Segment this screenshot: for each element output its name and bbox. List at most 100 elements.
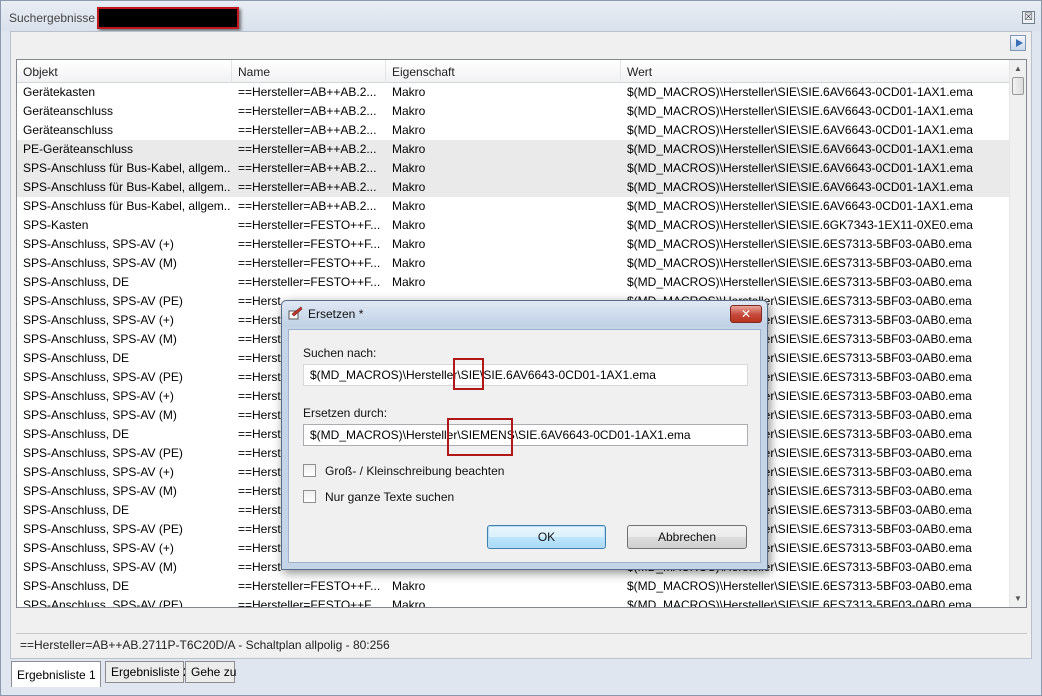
table-row[interactable]: SPS-Anschluss für Bus-Kabel, allgem... ==… [17, 197, 1010, 216]
cell-name: ==Hersteller=FESTO++F... [238, 237, 381, 251]
whole-text-label[interactable]: Nur ganze Texte suchen [325, 490, 454, 504]
replace-label: Ersetzen durch: [303, 406, 388, 420]
replace-field[interactable]: $(MD_MACROS)\Hersteller\SIEMENS\SIE.6AV6… [303, 424, 748, 446]
cell-name: ==Hersteller=AB++AB.2... [238, 142, 377, 156]
replace-dialog: Ersetzen * ✕ Suchen nach: $(MD_MACROS)\H… [281, 300, 768, 570]
search-label: Suchen nach: [303, 346, 377, 360]
cell-wert: $(MD_MACROS)\Hersteller\SIE\SIE.6AV6643-… [627, 161, 973, 175]
cell-objekt: SPS-Anschluss, SPS-AV (PE) [23, 522, 183, 536]
cell-objekt: SPS-Anschluss, SPS-AV (+) [23, 465, 174, 479]
cell-objekt: Gerätekasten [23, 85, 96, 99]
redacted-area [97, 7, 239, 29]
table-row[interactable]: SPS-Anschluss für Bus-Kabel, allgem... ==… [17, 178, 1010, 197]
cell-objekt: SPS-Anschluss, DE [23, 579, 130, 593]
cell-objekt: PE-Geräteanschluss [23, 142, 134, 156]
cell-name: ==Hersteller=AB++AB.2... [238, 85, 377, 99]
tab-gehe-zu[interactable]: Gehe zu [185, 661, 236, 683]
cell-wert: $(MD_MACROS)\Hersteller\SIE\SIE.6ES7313-… [627, 237, 972, 251]
replace-icon [288, 306, 303, 320]
window-titlebar[interactable]: Suchergebnisse - ☒ [1, 1, 1041, 31]
play-icon[interactable] [1010, 35, 1026, 51]
cell-eigenschaft: Makro [392, 123, 426, 137]
tab-ergebnisliste-1[interactable]: Ergebnisliste 1 [11, 661, 101, 687]
vertical-scrollbar[interactable]: ▲ ▼ [1009, 60, 1026, 607]
cell-objekt: SPS-Anschluss, SPS-AV (PE) [23, 370, 183, 384]
table-row[interactable]: SPS-Anschluss, SPS-AV (M) ==Hersteller=FE… [17, 254, 1010, 273]
cell-objekt: SPS-Anschluss, SPS-AV (+) [23, 389, 174, 403]
cell-eigenschaft: Makro [392, 104, 426, 118]
cell-wert: $(MD_MACROS)\Hersteller\SIE\SIE.6ES7313-… [627, 275, 972, 289]
cell-eigenschaft: Makro [392, 199, 426, 213]
cell-objekt: SPS-Anschluss, SPS-AV (+) [23, 541, 174, 555]
table-row[interactable]: Gerätekasten ==Hersteller=AB++AB.2... Makr… [17, 83, 1010, 102]
cell-wert: $(MD_MACROS)\Hersteller\SIE\SIE.6AV6643-… [627, 199, 973, 213]
match-case-checkbox[interactable] [303, 464, 316, 477]
cell-objekt: SPS-Anschluss, SPS-AV (PE) [23, 446, 183, 460]
cell-wert: $(MD_MACROS)\Hersteller\SIE\SIE.6AV6643-… [627, 104, 973, 118]
window-close-icon[interactable]: ☒ [1022, 11, 1035, 24]
table-row[interactable]: SPS-Anschluss, DE ==Hersteller=FESTO++F..… [17, 577, 1010, 596]
dialog-close-icon[interactable]: ✕ [730, 305, 762, 323]
cell-name: ==Hersteller=AB++AB.2... [238, 161, 377, 175]
table-row[interactable]: SPS-Anschluss, SPS-AV (PE) ==Hersteller=F… [17, 596, 1010, 608]
cell-objekt: SPS-Anschluss, SPS-AV (M) [23, 408, 177, 422]
table-row[interactable]: Geräteanschluss ==Hersteller=AB++AB.2... M… [17, 102, 1010, 121]
cell-objekt: SPS-Anschluss, SPS-AV (+) [23, 313, 174, 327]
scroll-thumb[interactable] [1012, 77, 1024, 95]
dialog-body: Suchen nach: $(MD_MACROS)\Hersteller\SIE… [288, 329, 761, 563]
cell-objekt: SPS-Anschluss, SPS-AV (PE) [23, 598, 183, 608]
cell-objekt: SPS-Anschluss, DE [23, 427, 130, 441]
column-header-name[interactable]: Name [232, 60, 386, 83]
cell-name: ==Hersteller=FESTO++F... [238, 256, 381, 270]
column-header-eigenschaft[interactable]: Eigenschaft [386, 60, 621, 83]
cell-eigenschaft: Makro [392, 161, 426, 175]
whole-text-checkbox[interactable] [303, 490, 316, 503]
ok-button[interactable]: OK [487, 525, 606, 549]
table-row[interactable]: SPS-Kasten ==Hersteller=FESTO++F... Makro $… [17, 216, 1010, 235]
table-row[interactable]: PE-Geräteanschluss ==Hersteller=AB++AB.2.… [17, 140, 1010, 159]
status-bar: ==Hersteller=AB++AB.2711P-T6C20D/A - Sch… [16, 633, 1027, 655]
cell-wert: $(MD_MACROS)\Hersteller\SIE\SIE.6AV6643-… [627, 180, 973, 194]
highlight-box-search [453, 358, 484, 390]
cell-eigenschaft: Makro [392, 142, 426, 156]
cell-name: ==Hersteller=AB++AB.2... [238, 180, 377, 194]
cell-objekt: Geräteanschluss [23, 104, 114, 118]
scroll-up-icon[interactable]: ▲ [1010, 60, 1026, 77]
cell-eigenschaft: Makro [392, 237, 426, 251]
table-row[interactable]: SPS-Anschluss, SPS-AV (+) ==Hersteller=FE… [17, 235, 1010, 254]
column-header-objekt[interactable]: Objekt [17, 60, 232, 83]
match-case-label[interactable]: Groß- / Kleinschreibung beachten [325, 464, 504, 478]
cell-name: ==Hersteller=AB++AB.2... [238, 199, 377, 213]
cell-eigenschaft: Makro [392, 598, 426, 608]
cell-eigenschaft: Makro [392, 218, 426, 232]
table-row[interactable]: Geräteanschluss ==Hersteller=AB++AB.2... M… [17, 121, 1010, 140]
dialog-titlebar[interactable]: Ersetzen * ✕ [282, 301, 767, 327]
search-field[interactable]: $(MD_MACROS)\Hersteller\SIE\SIE.6AV6643-… [303, 364, 748, 386]
column-header-wert[interactable]: Wert [621, 60, 1010, 83]
table-row[interactable]: SPS-Anschluss für Bus-Kabel, allgem... ==… [17, 159, 1010, 178]
cancel-button[interactable]: Abbrechen [627, 525, 747, 549]
cell-name: ==Hersteller=AB++AB.2... [238, 104, 377, 118]
status-text: ==Hersteller=AB++AB.2711P-T6C20D/A - Sch… [20, 638, 390, 652]
cell-eigenschaft: Makro [392, 85, 426, 99]
cell-eigenschaft: Makro [392, 256, 426, 270]
cell-name: ==Hersteller=FESTO++F... [238, 579, 381, 593]
cell-objekt: SPS-Kasten [23, 218, 89, 232]
cell-objekt: SPS-Anschluss, DE [23, 275, 130, 289]
cell-objekt: SPS-Anschluss für Bus-Kabel, allgem... [23, 161, 230, 175]
cell-eigenschaft: Makro [392, 180, 426, 194]
scroll-down-icon[interactable]: ▼ [1010, 590, 1026, 607]
cell-objekt: SPS-Anschluss, SPS-AV (M) [23, 256, 177, 270]
tab-ergebnisliste-2[interactable]: Ergebnisliste 2 [105, 661, 190, 683]
cell-eigenschaft: Makro [392, 275, 426, 289]
cell-eigenschaft: Makro [392, 579, 426, 593]
cell-wert: $(MD_MACROS)\Hersteller\SIE\SIE.6AV6643-… [627, 123, 973, 137]
cell-objekt: SPS-Anschluss, SPS-AV (M) [23, 332, 177, 346]
cell-wert: $(MD_MACROS)\Hersteller\SIE\SIE.6AV6643-… [627, 142, 973, 156]
cell-objekt: SPS-Anschluss, SPS-AV (M) [23, 560, 177, 574]
cell-objekt: SPS-Anschluss, SPS-AV (M) [23, 484, 177, 498]
cell-name: ==Hersteller=AB++AB.2... [238, 123, 377, 137]
cell-wert: $(MD_MACROS)\Hersteller\SIE\SIE.6ES7313-… [627, 256, 972, 270]
table-row[interactable]: SPS-Anschluss, DE ==Hersteller=FESTO++F..… [17, 273, 1010, 292]
cell-wert: $(MD_MACROS)\Hersteller\SIE\SIE.6AV6643-… [627, 85, 973, 99]
